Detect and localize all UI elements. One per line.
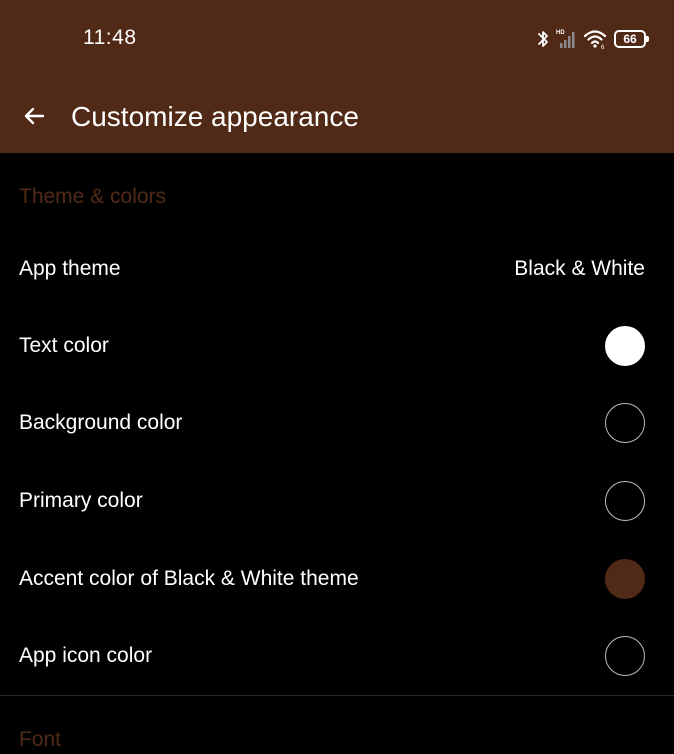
wifi-icon: 6 [583,30,607,49]
network-label: HD [556,30,565,36]
svg-text:6: 6 [601,45,605,49]
status-icons: HD 6 66 [537,26,649,52]
setting-label: Accent color of Black & White theme [19,567,359,590]
battery-level: 66 [623,32,637,46]
color-swatch[interactable] [605,636,645,676]
section-header-font: Font [19,728,62,751]
setting-label: Primary color [19,489,143,512]
setting-label: App icon color [19,644,153,667]
color-swatch[interactable] [605,481,645,521]
back-button[interactable] [14,96,54,136]
setting-primary-color[interactable]: Primary color [0,463,674,539]
setting-text-color[interactable]: Text color [0,308,674,384]
section-header-theme-colors: Theme & colors [19,185,167,208]
bluetooth-icon [538,31,548,47]
setting-background-color[interactable]: Background color [0,385,674,461]
setting-label: Background color [19,411,183,434]
setting-value: Black & White [514,257,645,280]
color-swatch[interactable] [605,403,645,443]
cellular-signal-icon: HD [556,30,575,48]
setting-label: App theme [19,257,121,280]
color-swatch[interactable] [605,326,645,366]
color-swatch[interactable] [605,559,645,599]
page-title: Customize appearance [71,101,359,132]
app-header: 11:48 HD 6 66 Customize appearance [0,0,674,153]
setting-app-icon-color[interactable]: App icon color [0,618,674,694]
status-time: 11:48 [83,26,137,49]
battery-icon: 66 [614,30,649,48]
setting-label: Text color [19,334,109,357]
setting-app-theme[interactable]: App theme Black & White [0,231,674,307]
setting-accent-color[interactable]: Accent color of Black & White theme [0,541,674,617]
arrow-left-icon [24,107,45,125]
section-divider [0,695,674,696]
